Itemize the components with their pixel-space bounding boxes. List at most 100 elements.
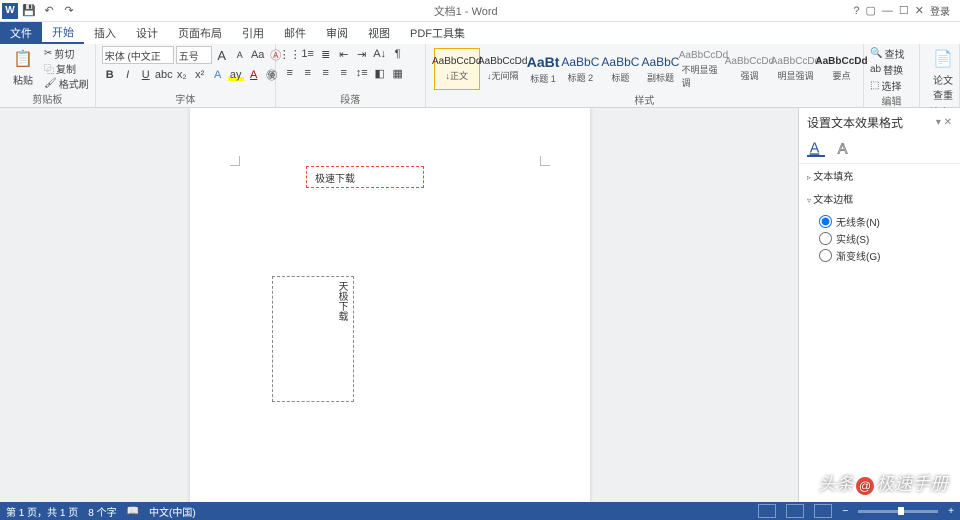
font-color-button[interactable]: A (246, 67, 262, 83)
align-right-button[interactable]: ≡ (318, 65, 334, 81)
style-item[interactable]: AaBbCcDd↓无间隔 (480, 48, 526, 90)
border-button[interactable]: ▦ (390, 65, 406, 81)
change-case-button[interactable]: Aa (250, 47, 266, 63)
justify-button[interactable]: ≡ (336, 65, 352, 81)
numbering-button[interactable]: 1≡ (300, 46, 316, 62)
style-item[interactable]: AaBbC副标题 (640, 48, 680, 90)
status-words[interactable]: 8 个字 (88, 504, 116, 519)
tab-mailings[interactable]: 邮件 (274, 22, 316, 44)
multilevel-button[interactable]: ≣ (318, 46, 334, 62)
section-text-outline[interactable]: 文本边框 (799, 187, 960, 210)
strike-button[interactable]: abc (156, 67, 172, 83)
tab-design[interactable]: 设计 (126, 22, 168, 44)
taskpane-close-icon[interactable]: ▾ ✕ (936, 117, 952, 128)
italic-button[interactable]: I (120, 67, 136, 83)
font-family-select[interactable]: 宋体 (中文正 (102, 46, 174, 64)
ribbon-options-icon[interactable]: ▢ (866, 4, 876, 17)
underline-button[interactable]: U (138, 67, 154, 83)
page[interactable]: 极速下载 天极下载 (190, 108, 590, 502)
textbox-vertical[interactable]: 天极下载 (272, 276, 354, 402)
section-text-fill[interactable]: 文本填充 (799, 164, 960, 187)
find-icon: 🔍 (870, 48, 882, 59)
outline-gradient-radio[interactable]: 渐变线(G) (819, 248, 952, 263)
style-item[interactable]: AaBbCcDd强调 (726, 48, 772, 90)
decrease-indent-button[interactable]: ⇤ (336, 46, 352, 62)
style-preview: AaBbCcDd (815, 56, 867, 67)
zoom-in-button[interactable]: + (948, 506, 954, 517)
highlight-button[interactable]: ay (228, 67, 244, 83)
style-name: 强调 (740, 69, 758, 82)
tab-home[interactable]: 开始 (42, 22, 84, 44)
styles-gallery[interactable]: AaBbCcDd↓正文AaBbCcDd↓无间隔AaBt标题 1AaBbC标题 2… (432, 46, 857, 92)
bullets-button[interactable]: ⋮⋮ (282, 46, 298, 62)
cut-button[interactable]: ✂剪切 (44, 46, 89, 60)
text-effect-button[interactable]: A (210, 67, 226, 83)
outline-none-radio[interactable]: 无线条(N) (819, 214, 952, 229)
ribbon: 📋 粘贴 ✂剪切 ⿻复制 🖌格式刷 剪贴板 宋体 (中文正 五号 A A Aa … (0, 44, 960, 108)
view-read-button[interactable] (758, 504, 776, 518)
app-icon[interactable]: W (2, 3, 18, 19)
view-print-button[interactable] (786, 504, 804, 518)
tab-references[interactable]: 引用 (232, 22, 274, 44)
find-button[interactable]: 🔍查找 (870, 46, 904, 61)
close-icon[interactable]: ✕ (915, 4, 924, 17)
align-center-button[interactable]: ≡ (300, 65, 316, 81)
bold-button[interactable]: B (102, 67, 118, 83)
shading-button[interactable]: ◧ (372, 65, 388, 81)
paste-button[interactable]: 📋 粘贴 (6, 46, 40, 89)
tab-layout[interactable]: 页面布局 (168, 22, 232, 44)
maximize-icon[interactable]: ☐ (899, 4, 909, 17)
title-bar: W 💾 ↶ ↷ 文档1 - Word ? ▢ — ☐ ✕ 登录 (0, 0, 960, 22)
status-proofing-icon[interactable]: 📖 (127, 506, 139, 517)
undo-button[interactable]: ↶ (40, 2, 58, 20)
clipboard-icon: 📋 (12, 48, 34, 70)
select-button[interactable]: ⬚选择 (870, 78, 901, 93)
format-painter-button[interactable]: 🖌格式刷 (44, 76, 89, 90)
tab-file[interactable]: 文件 (0, 22, 42, 44)
increase-indent-button[interactable]: ⇥ (354, 46, 370, 62)
shrink-font-button[interactable]: A (232, 47, 248, 63)
replace-icon: ab (870, 64, 881, 75)
minimize-icon[interactable]: — (882, 5, 893, 17)
help-icon[interactable]: ? (853, 5, 859, 17)
tab-view[interactable]: 视图 (358, 22, 400, 44)
tab-pdf[interactable]: PDF工具集 (400, 22, 475, 44)
status-page[interactable]: 第 1 页，共 1 页 (6, 504, 78, 519)
outline-solid-radio[interactable]: 实线(S) (819, 231, 952, 246)
style-item[interactable]: AaBt标题 1 (526, 48, 561, 90)
replace-button[interactable]: ab替换 (870, 62, 903, 77)
style-name: ↓无间隔 (487, 69, 519, 82)
style-item[interactable]: AaBbCcDd不明显强调 (680, 48, 726, 90)
style-item[interactable]: AaBbCcDd明显强调 (772, 48, 818, 90)
textbox-selected[interactable]: 极速下载 (306, 166, 424, 188)
status-language[interactable]: 中文(中国) (149, 504, 196, 519)
copy-button[interactable]: ⿻复制 (44, 61, 89, 75)
sort-button[interactable]: A↓ (372, 46, 388, 62)
font-size-select[interactable]: 五号 (176, 46, 212, 64)
save-button[interactable]: 💾 (20, 2, 38, 20)
zoom-out-button[interactable]: − (842, 506, 848, 517)
tab-insert[interactable]: 插入 (84, 22, 126, 44)
style-item[interactable]: AaBbC标题 (600, 48, 640, 90)
show-marks-button[interactable]: ¶ (390, 46, 406, 62)
ribbon-tabs: 文件 开始 插入 设计 页面布局 引用 邮件 审阅 视图 PDF工具集 (0, 22, 960, 44)
zoom-slider[interactable] (858, 510, 938, 513)
login-link[interactable]: 登录 (930, 3, 950, 18)
redo-button[interactable]: ↷ (60, 2, 78, 20)
align-left-button[interactable]: ≡ (282, 65, 298, 81)
view-web-button[interactable] (814, 504, 832, 518)
style-item[interactable]: AaBbCcDd要点 (818, 48, 864, 90)
scissors-icon: ✂ (44, 48, 52, 59)
addin-button[interactable]: 📄 论文查重 (926, 46, 960, 104)
text-effects-tab[interactable]: A (835, 139, 853, 157)
text-fill-outline-tab[interactable]: A (807, 139, 825, 157)
tab-review[interactable]: 审阅 (316, 22, 358, 44)
line-spacing-button[interactable]: ↕≡ (354, 65, 370, 81)
document-area[interactable]: 极速下载 天极下载 (0, 108, 798, 502)
subscript-button[interactable]: x₂ (174, 67, 190, 83)
superscript-button[interactable]: x² (192, 67, 208, 83)
style-item[interactable]: AaBbCcDd↓正文 (434, 48, 480, 90)
outline-options: 无线条(N) 实线(S) 渐变线(G) (799, 210, 960, 269)
style-item[interactable]: AaBbC标题 2 (560, 48, 600, 90)
grow-font-button[interactable]: A (214, 47, 230, 63)
